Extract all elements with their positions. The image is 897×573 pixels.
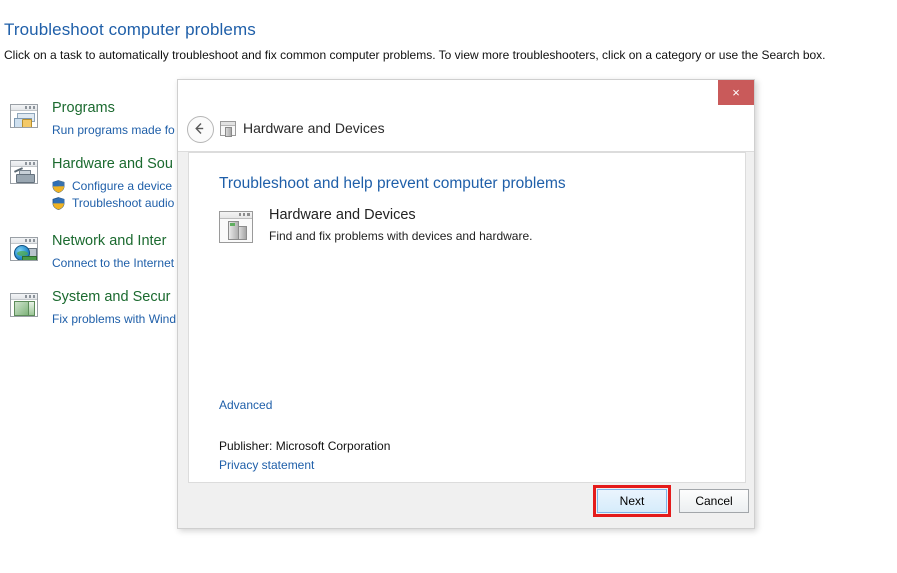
- link-label: Troubleshoot audio: [72, 196, 174, 210]
- link-label: Configure a device: [72, 179, 172, 193]
- dialog-navbar: Hardware and Devices: [178, 107, 754, 152]
- dialog-footer: Next Cancel: [188, 483, 746, 520]
- dialog-titlebar: ×: [178, 80, 754, 108]
- privacy-statement-link[interactable]: Privacy statement: [219, 458, 314, 472]
- hardware-and-devices-dialog: × Hardware and Devices Troubleshoot and …: [177, 79, 755, 529]
- category-links: Connect to the Internet: [52, 255, 174, 272]
- panel-heading: Troubleshoot and help prevent computer p…: [219, 175, 566, 193]
- category-links: Configure a device Troubleshoot audio: [52, 178, 174, 212]
- hardware-sound-icon: [8, 158, 40, 186]
- category-title[interactable]: Network and Inter: [52, 233, 166, 249]
- tool-description: Find and fix problems with devices and h…: [269, 229, 532, 243]
- dialog-title: Hardware and Devices: [243, 120, 385, 136]
- link-configure-a-device[interactable]: Configure a device: [52, 178, 174, 195]
- uac-shield-icon: [52, 197, 65, 210]
- link-connect-to-internet[interactable]: Connect to the Internet: [52, 255, 174, 272]
- cancel-button[interactable]: Cancel: [679, 489, 749, 513]
- hardware-devices-icon: [220, 121, 236, 136]
- category-title[interactable]: System and Secur: [52, 289, 170, 305]
- tool-name: Hardware and Devices: [269, 207, 416, 223]
- programs-icon: [8, 102, 40, 130]
- category-links: Fix problems with Wind: [52, 311, 176, 328]
- dialog-content-panel: Troubleshoot and help prevent computer p…: [188, 152, 746, 483]
- system-security-icon: [8, 291, 40, 319]
- category-links: Run programs made fo: [52, 122, 175, 139]
- link-fix-problems-windows[interactable]: Fix problems with Wind: [52, 311, 176, 328]
- category-title[interactable]: Hardware and Sou: [52, 156, 173, 172]
- link-run-programs[interactable]: Run programs made fo: [52, 122, 175, 139]
- hardware-devices-icon: [219, 211, 253, 243]
- back-button[interactable]: [187, 116, 214, 143]
- link-troubleshoot-audio[interactable]: Troubleshoot audio: [52, 195, 174, 212]
- network-internet-icon: [8, 235, 40, 263]
- next-button[interactable]: Next: [597, 489, 667, 513]
- back-arrow-icon: [193, 122, 206, 135]
- close-icon[interactable]: ×: [718, 80, 754, 105]
- advanced-link[interactable]: Advanced: [219, 398, 272, 412]
- category-title[interactable]: Programs: [52, 100, 115, 116]
- uac-shield-icon: [52, 180, 65, 193]
- page-subtitle: Click on a task to automatically trouble…: [4, 48, 826, 62]
- publisher-label: Publisher: Microsoft Corporation: [219, 439, 390, 453]
- page-title: Troubleshoot computer problems: [4, 20, 256, 40]
